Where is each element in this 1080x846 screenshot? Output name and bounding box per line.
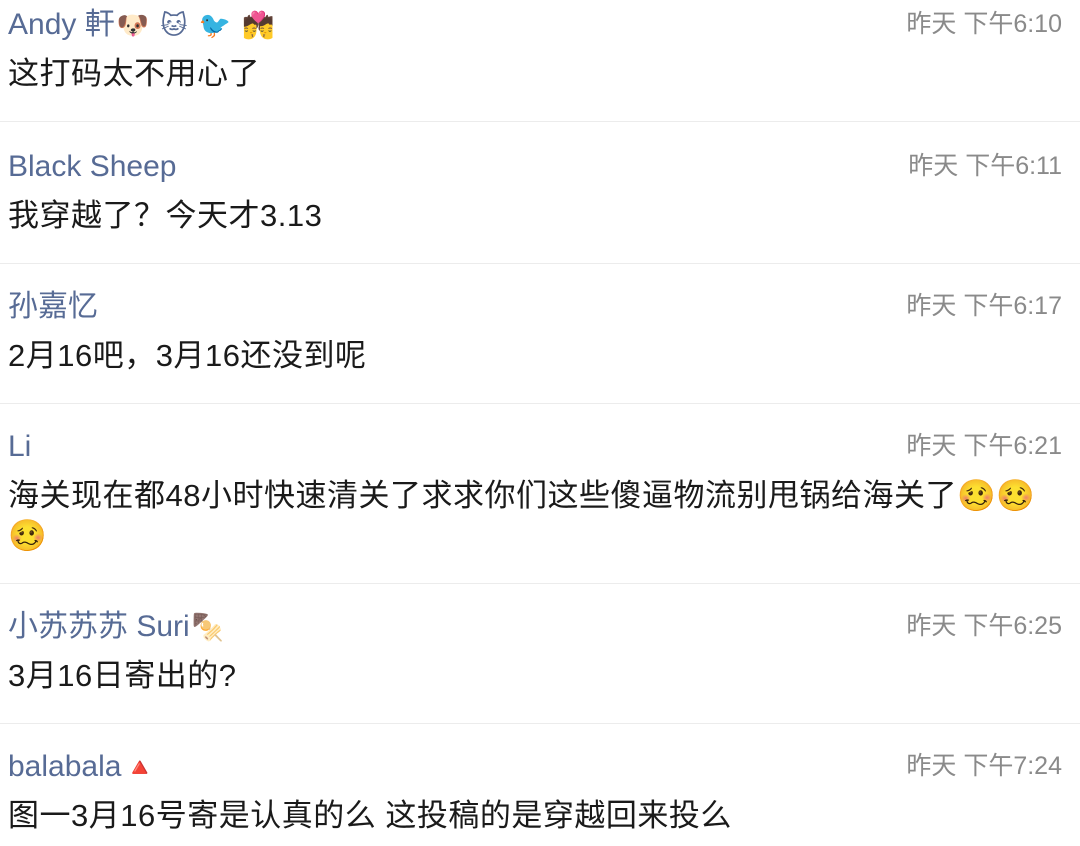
comment-timestamp: 昨天 下午6:25	[906, 612, 1062, 640]
author-name[interactable]: 小苏苏苏 Suri	[8, 610, 190, 643]
comment-timestamp: 昨天 下午6:21	[906, 432, 1062, 460]
author-name[interactable]: Andy 軒	[8, 8, 115, 41]
author-emoji-icon: 🔺	[123, 752, 158, 782]
comment-text: 图一3月16号寄是认真的么 这投稿的是穿越回来投么	[8, 798, 732, 833]
comment-item[interactable]: Andy 軒🐶 🐱 🐦 💏 昨天 下午6:10 这打码太不用心了	[0, 0, 1080, 122]
comment-timestamp: 昨天 下午6:17	[906, 292, 1062, 320]
comment-timestamp: 昨天 下午6:10	[906, 10, 1062, 38]
comment-item[interactable]: Black Sheep 昨天 下午6:11 我穿越了？今天才3.13	[0, 142, 1080, 264]
comment-author[interactable]: Li	[8, 428, 33, 466]
author-emoji-icon: 🍢	[191, 612, 227, 642]
comment-text: 这打码太不用心了	[8, 56, 260, 91]
comment-author[interactable]: 小苏苏苏 Suri🍢	[8, 608, 226, 646]
comment-list: Andy 軒🐶 🐱 🐦 💏 昨天 下午6:10 这打码太不用心了 Black S…	[0, 0, 1080, 846]
comment-item[interactable]: balabala🔺 昨天 下午7:24 图一3月16号寄是认真的么 这投稿的是穿…	[0, 742, 1080, 846]
comment-timestamp: 昨天 下午7:24	[906, 752, 1062, 780]
comment-author[interactable]: balabala🔺	[8, 748, 158, 786]
comment-author[interactable]: Black Sheep	[8, 148, 178, 186]
comment-author[interactable]: 孙嘉忆	[8, 288, 100, 326]
author-emoji-icon: 🐶 🐱 🐦 💏	[116, 10, 277, 40]
comment-item[interactable]: Li 昨天 下午6:21 海关现在都48小时快速清关了求求你们这些傻逼物流别甩锅…	[0, 422, 1080, 584]
comment-timestamp: 昨天 下午6:11	[908, 152, 1062, 180]
comment-text: 3月16日寄出的?	[8, 658, 237, 693]
comment-item[interactable]: 孙嘉忆 昨天 下午6:17 2月16吧，3月16还没到呢	[0, 282, 1080, 404]
comment-author[interactable]: Andy 軒🐶 🐱 🐦 💏	[8, 6, 277, 44]
author-name[interactable]: 孙嘉忆	[8, 290, 98, 323]
author-name[interactable]: Black Sheep	[8, 150, 176, 183]
author-name[interactable]: Li	[8, 430, 31, 463]
author-name[interactable]: balabala	[8, 750, 121, 783]
comment-text: 2月16吧，3月16还没到呢	[8, 338, 367, 373]
comment-item[interactable]: 小苏苏苏 Suri🍢 昨天 下午6:25 3月16日寄出的?	[0, 602, 1080, 724]
comment-text: 海关现在都48小时快速清关了求求你们这些傻逼物流别甩锅给海关了🥴🥴🥴	[8, 478, 1036, 553]
comment-text: 我穿越了？今天才3.13	[8, 198, 323, 233]
